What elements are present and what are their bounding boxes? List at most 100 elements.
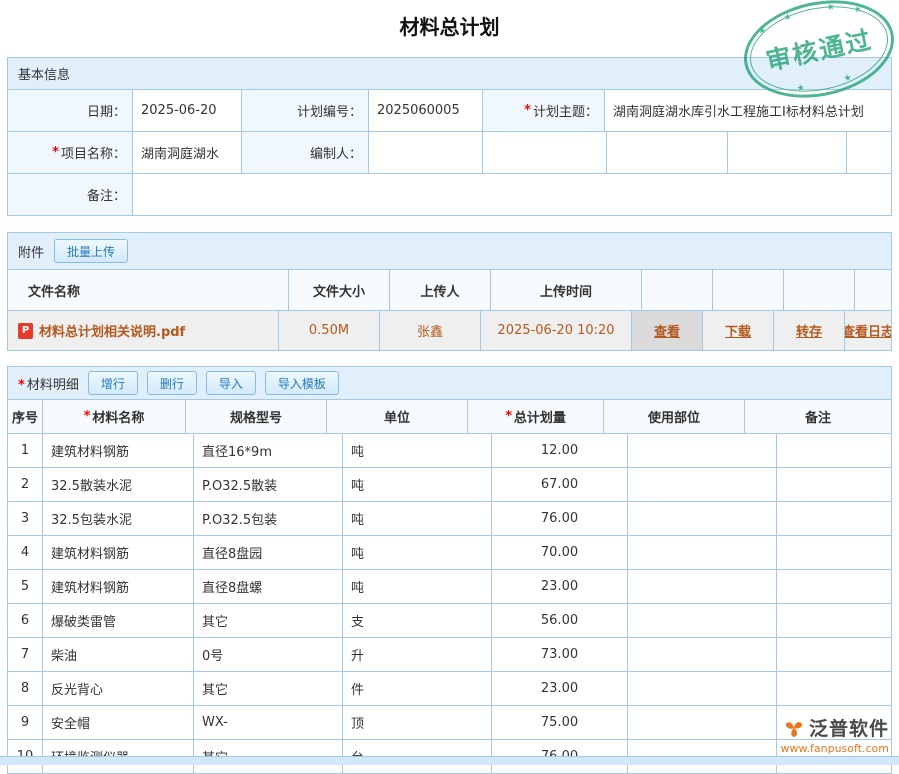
material-row-unit: 升 (343, 638, 492, 671)
basic-info-row-3: 备注： (8, 173, 891, 215)
material-row-no: 2 (8, 468, 43, 501)
material-row-unit: 顶 (343, 706, 492, 739)
material-detail-section: *材料明细 增行 删行 导入 导入模板 序号 * 材料名称 规格型号 单位 * … (7, 366, 892, 774)
date-value: 2025-06-20 (133, 90, 242, 131)
material-row-qty: 73.00 (492, 638, 628, 671)
project-name-label: * 项目名称： (8, 132, 133, 173)
material-row-spec: 直径8盘螺 (194, 570, 343, 603)
material-row-remark (777, 638, 891, 671)
project-name-label-text: 项目名称： (61, 143, 126, 162)
view-link[interactable]: 查看 (654, 321, 680, 340)
empty-header-cell (642, 270, 713, 310)
empty-cell (607, 132, 728, 173)
material-row-unit: 件 (343, 672, 492, 705)
material-row-location (628, 468, 777, 501)
material-table-row: 3 32.5包装水泥 P.O32.5包装 吨 76.00 (8, 501, 891, 535)
total-qty-header: * 总计划量 (468, 400, 604, 433)
material-row-location (628, 604, 777, 637)
material-table-row: 2 32.5散装水泥 P.O32.5散装 吨 67.00 (8, 467, 891, 501)
material-row-remark (777, 434, 891, 467)
material-row-remark (777, 672, 891, 705)
material-row-spec: 0号 (194, 638, 343, 671)
material-row-name: 建筑材料钢筋 (43, 570, 194, 603)
download-link[interactable]: 下载 (725, 321, 751, 340)
material-name-header-text: 材料名称 (92, 407, 144, 426)
plan-subject-value: 湖南洞庭湖水库引水工程施工I标材料总计划 (605, 90, 891, 131)
view-log-link[interactable]: 查看日志 (845, 321, 891, 340)
material-row-unit: 吨 (343, 536, 492, 569)
attachment-file-size: 0.50M (279, 311, 380, 350)
material-row-name: 反光背心 (43, 672, 194, 705)
delete-row-button[interactable]: 删行 (147, 371, 197, 395)
basic-info-section-title: 基本信息 (8, 58, 891, 90)
attachment-file-link[interactable]: 材料总计划相关说明.pdf (39, 321, 185, 340)
required-mark: * (524, 103, 531, 118)
empty-cell (728, 132, 847, 173)
attachment-upload-time: 2025-06-20 10:20 (481, 311, 632, 350)
unit-header: 单位 (327, 400, 468, 433)
file-name-header: 文件名称 (8, 270, 289, 310)
material-table-row: 1 建筑材料钢筋 直径16*9m 吨 12.00 (8, 433, 891, 467)
material-row-no: 4 (8, 536, 43, 569)
location-header: 使用部位 (604, 400, 745, 433)
brand-url: www.fanpusoft.com (781, 742, 889, 755)
empty-header-cell (713, 270, 784, 310)
import-template-button[interactable]: 导入模板 (265, 371, 339, 395)
material-row-name: 建筑材料钢筋 (43, 434, 194, 467)
upload-time-header: 上传时间 (491, 270, 642, 310)
material-row-spec: 直径16*9m (194, 434, 343, 467)
uploader-header: 上传人 (390, 270, 491, 310)
material-row-spec: WX- (194, 706, 343, 739)
material-row-no: 8 (8, 672, 43, 705)
material-table-row: 9 安全帽 WX- 顶 75.00 (8, 705, 891, 739)
material-table-row: 5 建筑材料钢筋 直径8盘螺 吨 23.00 (8, 569, 891, 603)
transfer-link[interactable]: 转存 (796, 321, 822, 340)
material-row-qty: 67.00 (492, 468, 628, 501)
compiler-label: 编制人： (242, 132, 369, 173)
material-row-qty: 23.00 (492, 672, 628, 705)
material-table-row: 7 柴油 0号 升 73.00 (8, 637, 891, 671)
plan-no-value: 2025060005 (369, 90, 483, 131)
material-row-location (628, 502, 777, 535)
material-detail-title: *材料明细 (18, 374, 79, 393)
material-row-unit: 吨 (343, 502, 492, 535)
brand-logo: 泛普软件 www.fanpusoft.com (781, 714, 889, 755)
remark-label: 备注： (8, 174, 133, 215)
material-row-location (628, 706, 777, 739)
material-name-header: * 材料名称 (43, 400, 186, 433)
material-row-name: 32.5散装水泥 (43, 468, 194, 501)
attachments-title-label: 附件 (18, 242, 44, 261)
material-table-row: 8 反光背心 其它 件 23.00 (8, 671, 891, 705)
add-row-button[interactable]: 增行 (88, 371, 138, 395)
material-row-qty: 75.00 (492, 706, 628, 739)
material-row-name: 安全帽 (43, 706, 194, 739)
material-row-no: 5 (8, 570, 43, 603)
material-row-name: 32.5包装水泥 (43, 502, 194, 535)
required-mark: * (505, 409, 512, 424)
attachment-file-cell: 材料总计划相关说明.pdf (8, 311, 279, 350)
empty-header-cell (855, 270, 891, 310)
material-row-qty: 70.00 (492, 536, 628, 569)
plan-no-label: 计划编号： (242, 90, 369, 131)
spec-header: 规格型号 (186, 400, 327, 433)
required-mark: * (52, 145, 59, 160)
attachments-section-title: 附件 批量上传 (8, 233, 891, 270)
material-table-row: 4 建筑材料钢筋 直径8盘园 吨 70.00 (8, 535, 891, 569)
material-row-qty: 23.00 (492, 570, 628, 603)
plan-subject-label: * 计划主题： (483, 90, 605, 131)
attachment-log-cell: 查看日志 (845, 311, 891, 350)
material-row-remark (777, 604, 891, 637)
total-qty-header-text: 总计划量 (514, 407, 566, 426)
remark-header: 备注 (745, 400, 891, 433)
import-button[interactable]: 导入 (206, 371, 256, 395)
basic-info-title-label: 基本信息 (18, 64, 70, 83)
material-row-remark (777, 468, 891, 501)
material-row-spec: P.O32.5散装 (194, 468, 343, 501)
batch-upload-button[interactable]: 批量上传 (54, 239, 128, 263)
fanpu-pinwheel-icon (784, 718, 804, 738)
material-row-no: 3 (8, 502, 43, 535)
material-row-remark (777, 502, 891, 535)
attachment-view-cell: 查看 (632, 311, 703, 350)
material-row-qty: 76.00 (492, 502, 628, 535)
brand-name: 泛普软件 (809, 714, 889, 741)
